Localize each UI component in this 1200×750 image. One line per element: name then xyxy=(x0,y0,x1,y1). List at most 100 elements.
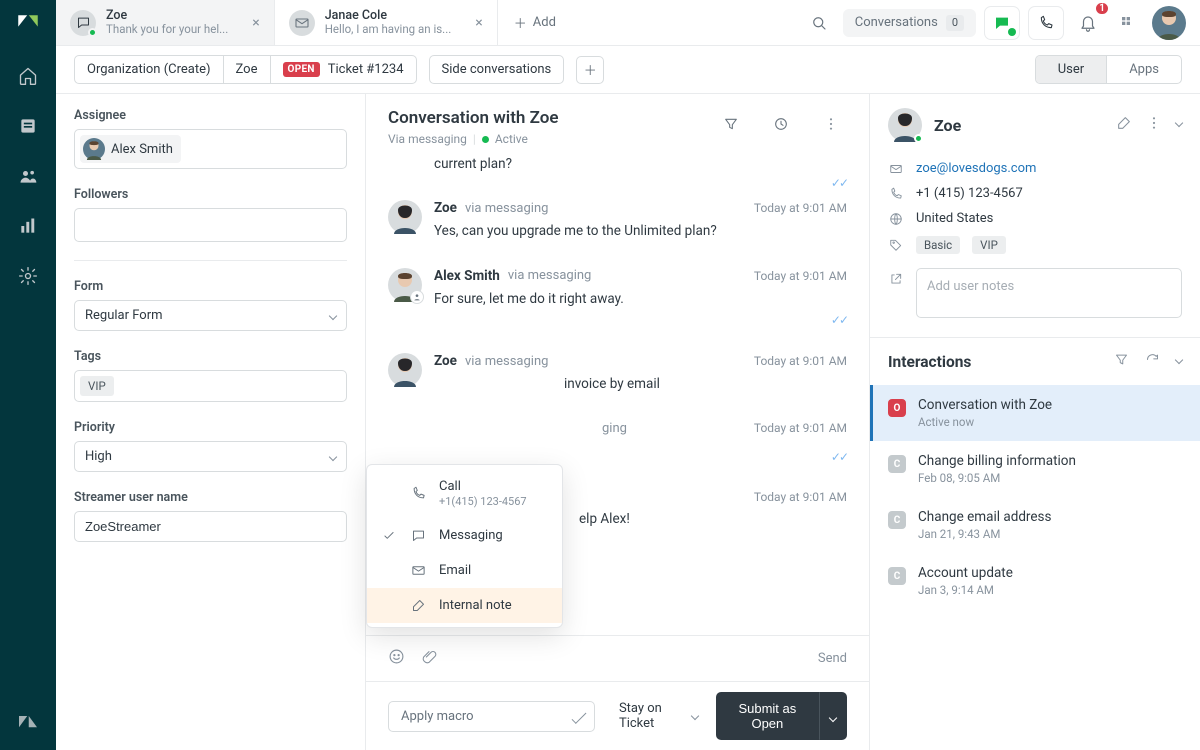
interaction-title: Change email address xyxy=(918,509,1051,525)
tags-field[interactable]: VIP xyxy=(74,370,347,402)
zendesk-logo-icon[interactable] xyxy=(16,710,40,734)
conversations-label: Conversations xyxy=(855,15,938,30)
followers-field[interactable] xyxy=(74,208,347,242)
channel-option-call[interactable]: Call+1(415) 123-4567 xyxy=(367,469,562,518)
nav-home-icon[interactable] xyxy=(16,64,40,88)
assignee-field[interactable]: Alex Smith xyxy=(74,129,347,169)
channel-option-internal-note[interactable]: Internal note xyxy=(367,588,562,623)
interaction-item[interactable]: C Change billing informationFeb 08, 9:05… xyxy=(870,441,1200,497)
toggle-user[interactable]: User xyxy=(1036,56,1106,83)
more-icon[interactable] xyxy=(1146,115,1162,135)
submit-button[interactable]: Submit as Open xyxy=(716,692,819,740)
globe-icon xyxy=(888,212,904,226)
interaction-item[interactable]: O Conversation with ZoeActive now xyxy=(870,385,1200,441)
customer-name: Zoe xyxy=(934,116,961,135)
nav-reporting-icon[interactable] xyxy=(16,214,40,238)
tag-icon xyxy=(888,238,904,252)
messaging-icon xyxy=(70,10,96,36)
customer-avatar xyxy=(888,108,922,142)
customer-tag[interactable]: VIP xyxy=(972,236,1006,254)
check-icon xyxy=(381,529,397,543)
nav-customers-icon[interactable] xyxy=(16,164,40,188)
composer[interactable]: Send xyxy=(366,635,869,681)
close-icon[interactable]: × xyxy=(475,15,482,31)
message-body: invoice by email xyxy=(434,375,847,395)
submit-dropdown-button[interactable] xyxy=(819,692,847,740)
interaction-item[interactable]: C Change email addressJan 21, 9:43 AM xyxy=(870,497,1200,553)
email-icon xyxy=(888,162,904,176)
interaction-subtitle: Jan 3, 9:14 AM xyxy=(918,583,1013,597)
more-icon[interactable] xyxy=(815,108,847,140)
collapse-icon[interactable] xyxy=(1176,115,1182,135)
product-logo[interactable] xyxy=(15,12,41,38)
conversations-button[interactable]: Conversations 0 xyxy=(843,9,976,37)
edit-icon[interactable] xyxy=(1116,115,1132,135)
interaction-item[interactable]: C Account update Jan 3, 9:14 AM xyxy=(870,553,1200,609)
collapse-icon[interactable] xyxy=(1176,352,1182,371)
context-tab-organization[interactable]: Organization (Create) xyxy=(75,56,223,83)
priority-select[interactable]: High xyxy=(74,441,347,472)
workspace-tab-zoe[interactable]: Zoe Thank you for your hel... × xyxy=(56,0,275,45)
interaction-title: Account update xyxy=(918,565,1013,581)
filter-icon[interactable] xyxy=(1114,352,1129,371)
interaction-status-badge: C xyxy=(888,567,906,585)
streamer-label: Streamer user name xyxy=(74,490,347,505)
message-time: Today at 9:01 AM xyxy=(754,354,847,368)
chevron-down-icon xyxy=(329,311,337,319)
chevron-down-icon xyxy=(829,713,837,721)
streamer-input[interactable] xyxy=(74,511,347,542)
attachment-icon[interactable] xyxy=(421,649,437,669)
context-tab-ticket[interactable]: OPEN Ticket #1234 xyxy=(270,56,416,83)
send-button[interactable]: Send xyxy=(818,651,847,666)
conversations-count: 0 xyxy=(946,15,964,31)
tag-chip[interactable]: VIP xyxy=(80,376,114,396)
agent-badge-icon xyxy=(410,290,424,304)
filter-icon[interactable] xyxy=(715,108,747,140)
events-icon[interactable] xyxy=(765,108,797,140)
refresh-icon[interactable] xyxy=(1145,352,1160,371)
close-icon[interactable]: × xyxy=(252,15,259,31)
message-time: Today at 9:01 AM xyxy=(754,490,847,504)
talk-status-button[interactable] xyxy=(1028,6,1064,40)
read-receipt-icon: ✓✓ xyxy=(434,450,847,464)
message-time: Today at 9:01 AM xyxy=(754,269,847,283)
tab-subtitle: Thank you for your hel... xyxy=(106,23,228,37)
message-body-partial: current plan? xyxy=(388,156,847,172)
workspace-tab-janae[interactable]: Janae Cole Hello, I am having an is... × xyxy=(275,0,498,45)
message-body: For sure, let me do it right away. xyxy=(434,290,847,310)
form-select[interactable]: Regular Form xyxy=(74,300,347,331)
note-icon xyxy=(409,598,427,613)
email-icon xyxy=(289,10,315,36)
notification-count: 1 xyxy=(1094,1,1110,16)
phone-icon xyxy=(409,486,427,501)
nav-admin-icon[interactable] xyxy=(16,264,40,288)
apply-macro-select[interactable]: Apply macro xyxy=(388,701,595,732)
context-toggle: User Apps xyxy=(1035,55,1182,84)
nav-views-icon[interactable] xyxy=(16,114,40,138)
emoji-icon[interactable] xyxy=(388,648,405,669)
channel-option-messaging[interactable]: Messaging xyxy=(367,518,562,553)
context-tab-user[interactable]: Zoe xyxy=(223,56,270,83)
user-notes-input[interactable]: Add user notes xyxy=(916,268,1182,318)
stay-on-ticket-button[interactable]: Stay on Ticket xyxy=(619,701,698,731)
channel-option-email[interactable]: Email xyxy=(367,553,562,588)
form-label: Form xyxy=(74,279,347,294)
search-icon[interactable] xyxy=(803,7,835,39)
add-tab-button[interactable]: ＋ Add xyxy=(498,0,572,45)
read-receipt-icon: ✓✓ xyxy=(388,176,847,190)
side-conversations-button[interactable]: Side conversations xyxy=(429,55,565,84)
customer-email[interactable]: zoe@lovesdogs.com xyxy=(916,161,1036,176)
toggle-apps[interactable]: Apps xyxy=(1106,56,1181,83)
message-time: Today at 9:01 AM xyxy=(754,201,847,215)
avatar xyxy=(388,268,422,302)
interaction-status-badge: C xyxy=(888,511,906,529)
status-badge: OPEN xyxy=(283,62,320,77)
apps-grid-icon[interactable] xyxy=(1112,7,1144,39)
customer-tag[interactable]: Basic xyxy=(916,236,960,254)
notifications-button[interactable]: 1 xyxy=(1072,7,1104,39)
add-side-conversation-button[interactable]: ＋ xyxy=(576,56,604,84)
chat-status-button[interactable] xyxy=(984,6,1020,40)
avatar xyxy=(388,200,422,234)
profile-avatar[interactable] xyxy=(1152,6,1186,40)
priority-label: Priority xyxy=(74,420,347,435)
